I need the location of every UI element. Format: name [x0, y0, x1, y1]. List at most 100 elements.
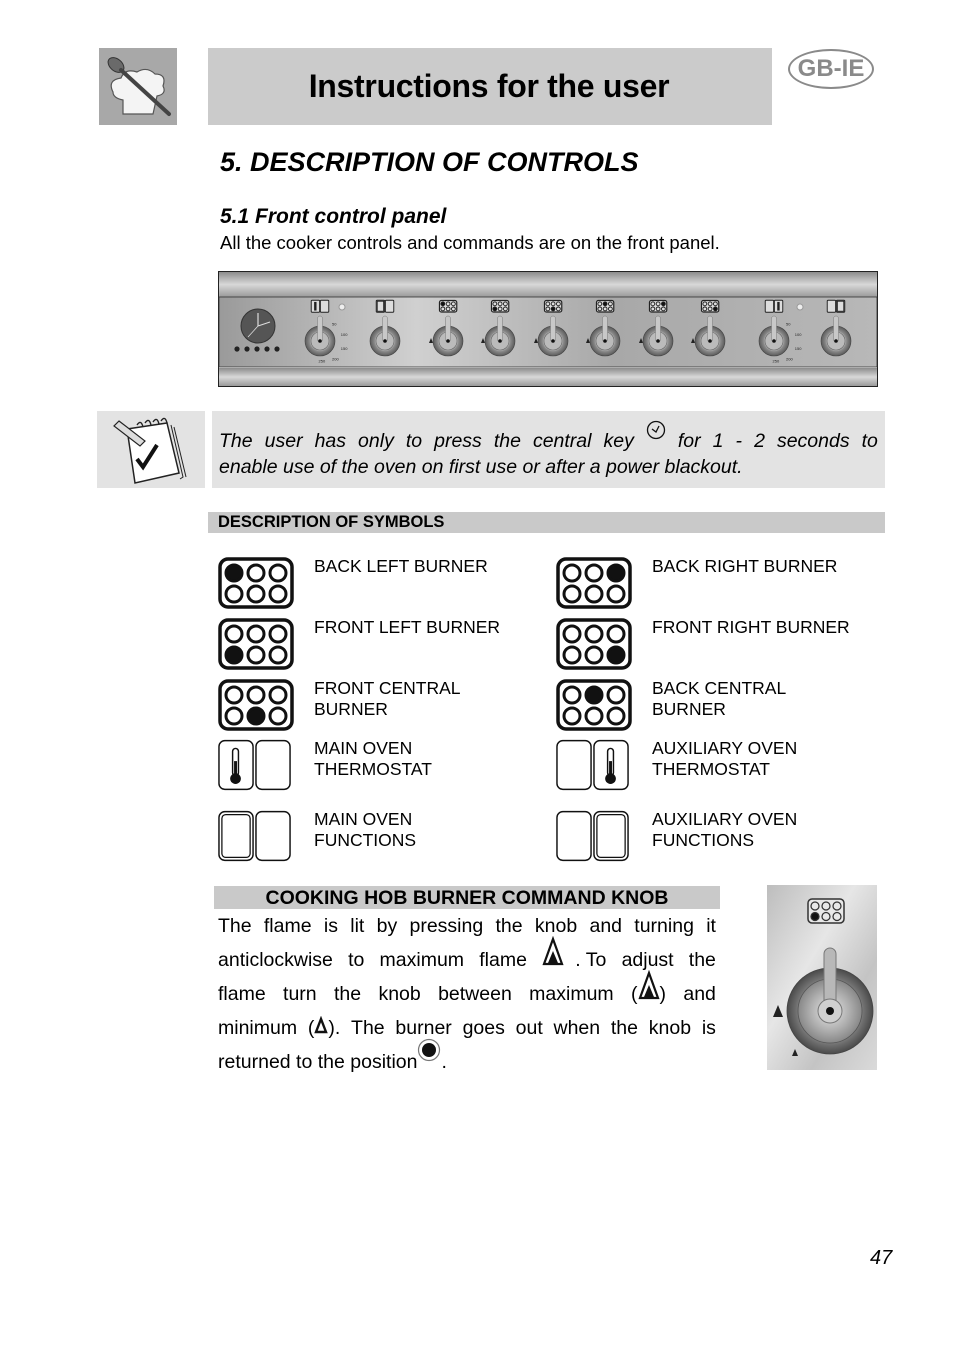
thermostat-scale-label: 100: [341, 332, 348, 337]
main-oven-functions-symbol: [375, 299, 395, 313]
knob-text-word: knob: [378, 983, 421, 1005]
symbol-label: AUXILIARY OVEN FUNCTIONS: [652, 809, 797, 851]
notepad-check-icon: [113, 417, 187, 484]
page-header-title: Instructions for the user: [308, 68, 670, 104]
knob-text-word: it: [706, 915, 716, 937]
knob-text-word: .: [441, 1051, 447, 1073]
knob-text-word: goes: [462, 1017, 505, 1039]
thermostat-scale-label: 200: [786, 356, 793, 361]
note-word: key: [603, 430, 634, 452]
logo: [99, 48, 177, 125]
note-word: for: [677, 430, 701, 452]
knob-text-word: the: [495, 915, 523, 937]
panel-bottom-strip: [219, 368, 877, 386]
knob-section-text: The flame is lit by pressing the knob and turning…: [218, 909, 716, 1079]
symbol-label: BACK LEFT BURNER: [314, 556, 488, 576]
aux-oven-functions-symbol: [826, 299, 846, 313]
symbol-label-line: BACK CENTRAL: [652, 678, 787, 698]
thermostat-scale-label: 150: [795, 346, 802, 351]
clock-button[interactable]: [274, 346, 280, 352]
front-central-burner-symbol-icon: [218, 679, 294, 736]
main-oven-indicator-light: [338, 303, 346, 311]
language-badge: GB-IE: [788, 49, 874, 89]
symbol-label-line: THERMOSTAT: [652, 759, 770, 779]
page-number: 47: [870, 1247, 893, 1269]
clock-button[interactable]: [234, 346, 240, 352]
note-word: seconds: [776, 430, 850, 452]
symbol-label-line: THERMOSTAT: [314, 759, 432, 779]
note-word: the: [493, 430, 521, 452]
note-line-1: The user has only to press the central key for 1-2…: [219, 420, 878, 456]
thermostat-scale-label: 200: [332, 356, 339, 361]
knob-text-word: anticlockwise: [218, 949, 333, 971]
panel-top-strip: [219, 272, 877, 297]
knob-text-word: is: [701, 1017, 716, 1039]
main-oven-functions-symbol-icon: [218, 810, 292, 867]
auxiliary-oven-thermostat-symbol-icon: [556, 739, 630, 796]
knob-text-word: to: [348, 949, 365, 971]
thermostat-scale-label: 50: [332, 322, 337, 327]
burner-front-right-symbol: [700, 299, 720, 313]
note-word: has: [314, 430, 347, 452]
note-word: The: [219, 430, 253, 452]
symbol-label: FRONT CENTRAL BURNER: [314, 678, 461, 720]
knob-text-word: the: [333, 983, 362, 1005]
auxiliary-oven-functions-symbol-icon: [556, 810, 630, 867]
burner-knob-image: [767, 885, 877, 1070]
clock-programmer[interactable]: [240, 308, 276, 344]
main-oven-thermostat-symbol-icon: [218, 739, 292, 796]
note-word: central: [532, 430, 592, 452]
burner-back-left-symbol: [438, 299, 458, 313]
knob-text-line: flame turn the knob between maximum () and: [218, 969, 716, 1011]
symbol-label: FRONT LEFT BURNER: [314, 617, 501, 637]
symbol-label: MAIN OVEN FUNCTIONS: [314, 809, 416, 851]
intro-text: All the cooker controls and commands are…: [220, 232, 720, 253]
clock-button[interactable]: [254, 346, 260, 352]
knob-text-word: flame: [218, 983, 266, 1005]
front-right-burner-symbol-icon: [556, 618, 632, 675]
symbol-label: BACK RIGHT BURNER: [652, 556, 838, 576]
clock-button[interactable]: [264, 346, 270, 352]
back-right-burner-symbol-icon: [556, 557, 632, 614]
thermostat-scale-label: 150: [341, 346, 348, 351]
knob-text-word: The: [218, 915, 252, 937]
symbol-label-line: BURNER: [314, 699, 388, 719]
knob-text-word: . To: [575, 949, 607, 971]
back-left-burner-symbol-icon: [218, 557, 294, 614]
symbol-label-line: FUNCTIONS: [314, 830, 417, 850]
burner-back-central-symbol: [595, 299, 615, 313]
symbol-label-line: AUXILIARY OVEN: [652, 809, 798, 829]
note-word: 1: [712, 430, 724, 452]
thermostat-scale-label: 250: [773, 359, 780, 364]
knob-text-word: maximum: [529, 983, 614, 1005]
knob-text-word: flame: [263, 915, 312, 937]
symbol-label-line: MAIN OVEN: [314, 809, 413, 829]
symbol-label-line: FRONT CENTRAL: [314, 678, 461, 698]
knob-text-word: returned to the position: [218, 1051, 418, 1073]
knob-text-line: returned to the position.: [218, 1038, 716, 1079]
burner-back-right-symbol: [648, 299, 668, 313]
knob-text-word: by: [376, 915, 398, 937]
symbol-label-line: AUXILIARY OVEN: [652, 738, 798, 758]
off-position-icon: [417, 1038, 441, 1073]
section-title: 5. DESCRIPTION OF CONTROLS: [220, 147, 639, 177]
front-control-panel-image: 50 100 150 200 250 50 100 150 200 250: [218, 271, 878, 387]
knob-text-word: pressing: [409, 915, 484, 937]
knob-text-word: out: [515, 1017, 543, 1039]
knob-text-word: is: [323, 915, 338, 937]
aux-oven-thermostat-symbol: [764, 299, 784, 313]
note-word: press: [434, 430, 482, 452]
clock-button[interactable]: [244, 346, 250, 352]
max-flame-icon: [542, 935, 564, 977]
knob-text-word: the: [610, 1017, 638, 1039]
note-line-2: enable use of the oven on first use or a…: [219, 456, 743, 478]
note-word: 2: [754, 430, 765, 452]
subsection-title: 5.1 Front control panel: [220, 205, 447, 228]
burner-front-left-symbol: [490, 299, 510, 313]
aux-oven-indicator-light: [796, 303, 804, 311]
knob-text-word: between: [438, 983, 512, 1005]
symbols-header: DESCRIPTION OF SYMBOLS: [208, 512, 885, 533]
knob-text-word: minimum: [218, 1017, 298, 1039]
knob-text-line: minimum(). The burner goes out when the knob is: [218, 1011, 716, 1045]
knob-text-word: and: [683, 983, 716, 1005]
